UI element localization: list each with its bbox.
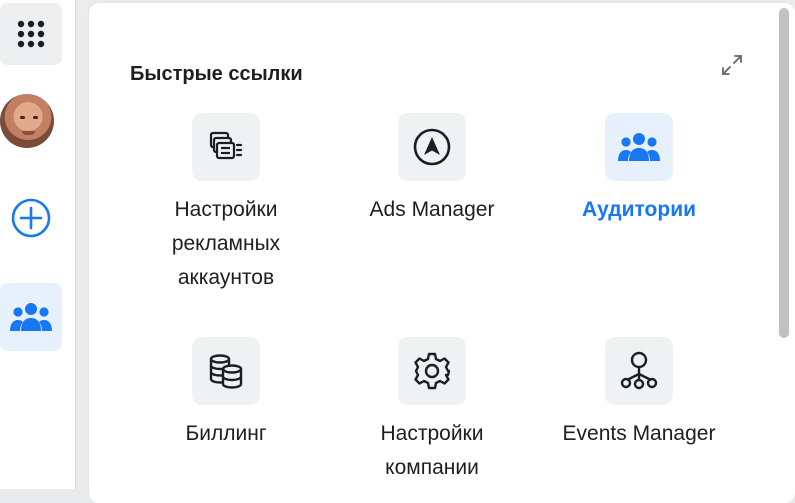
create-button[interactable]: [0, 188, 62, 248]
audiences-nav-button[interactable]: [0, 283, 62, 351]
quick-link-label: Аудитории: [581, 198, 697, 221]
billing-coins-icon: [209, 354, 243, 389]
grid-dots-icon: [17, 20, 45, 48]
ads-manager-icon: [413, 128, 451, 166]
plus-circle-icon: [11, 198, 51, 238]
quick-link-tile[interactable]: [398, 337, 466, 405]
quick-link-ad-account-settings[interactable]: Настройки рекламных аккаунтов: [141, 113, 311, 295]
audiences-icon: [618, 133, 660, 161]
quick-link-label: Ads Manager: [369, 198, 495, 221]
quick-link-label: Настройки рекламных аккаунтов: [171, 198, 281, 289]
quick-link-tile[interactable]: [192, 113, 260, 181]
left-navigation-rail: [0, 0, 75, 489]
quick-link-billing[interactable]: Биллинг: [141, 337, 311, 451]
all-tools-button[interactable]: [0, 3, 62, 65]
quick-link-tile[interactable]: [398, 113, 466, 181]
expand-icon: [722, 55, 742, 75]
quick-link-company-settings[interactable]: Настройки компании: [347, 337, 517, 485]
avatar: [0, 94, 54, 148]
quick-link-audiences[interactable]: Аудитории: [554, 113, 724, 227]
audiences-icon: [10, 303, 52, 331]
quick-link-ads-manager[interactable]: Ads Manager: [347, 113, 517, 227]
expand-button[interactable]: [717, 50, 747, 80]
profile-button[interactable]: [0, 91, 62, 151]
quick-link-events-manager[interactable]: Events Manager: [554, 337, 724, 451]
quick-link-label: Events Manager: [562, 422, 716, 445]
ad-account-settings-icon: [209, 131, 243, 160]
gear-icon: [414, 352, 451, 390]
events-manager-icon: [620, 351, 658, 390]
quick-link-tile[interactable]: [605, 113, 673, 181]
panel-title: Быстрые ссылки: [130, 63, 303, 85]
quick-link-label: Настройки компании: [380, 422, 484, 479]
quick-link-tile[interactable]: [605, 337, 673, 405]
quick-link-label: Биллинг: [185, 422, 267, 445]
quick-link-tile[interactable]: [192, 337, 260, 405]
scrollbar[interactable]: [779, 8, 789, 338]
quick-links-panel: Быстрые ссылки Настройки рекламных аккау…: [89, 3, 795, 503]
